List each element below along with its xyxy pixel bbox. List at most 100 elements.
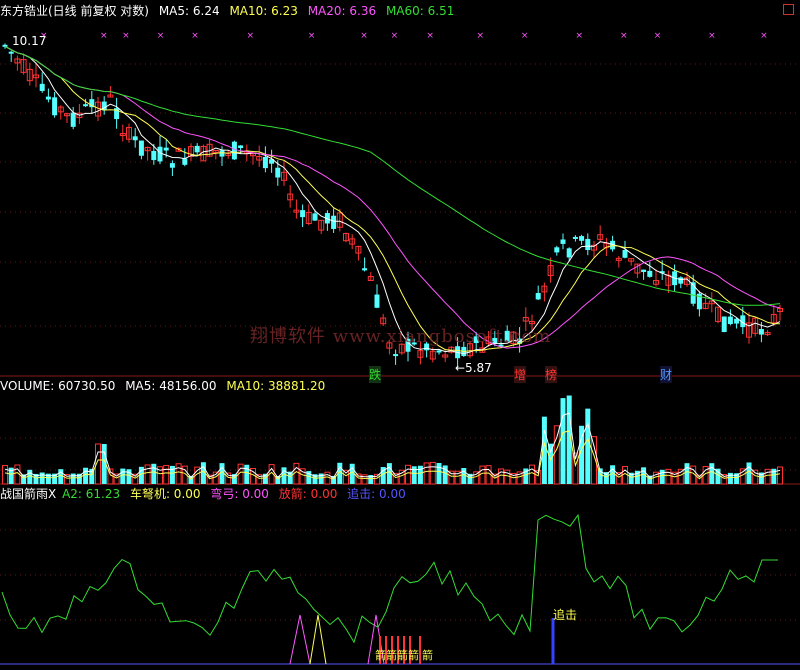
volume-bar bbox=[665, 468, 672, 485]
candle-body bbox=[585, 238, 591, 251]
candle-body bbox=[163, 147, 169, 151]
high-price-label: 10.17 bbox=[12, 34, 47, 48]
candle-body bbox=[262, 156, 268, 169]
signal-marker: × bbox=[654, 31, 662, 41]
signal-marker: × bbox=[157, 31, 165, 41]
volume-bar bbox=[429, 461, 436, 485]
volume-bar bbox=[659, 469, 665, 484]
ma20-line bbox=[4, 45, 781, 349]
candle-body bbox=[275, 167, 281, 178]
watermark: 翔博软件 www.xiangbosoft.com bbox=[250, 326, 552, 347]
candle-body bbox=[721, 316, 727, 333]
candle-body bbox=[182, 158, 188, 165]
candle-body bbox=[45, 96, 51, 100]
signal-marker: × bbox=[708, 31, 716, 41]
event-label-bang: 榜 bbox=[545, 366, 558, 383]
candle-body bbox=[39, 83, 45, 91]
volume-bar bbox=[461, 468, 467, 484]
candle-body bbox=[8, 51, 14, 54]
candle-body bbox=[566, 248, 572, 258]
volume-bar bbox=[120, 468, 126, 484]
signal-marker: × bbox=[575, 31, 583, 41]
candle-body bbox=[560, 239, 566, 244]
volume-bar bbox=[343, 469, 349, 485]
volume-bar bbox=[405, 464, 411, 485]
volume-ma5-line bbox=[4, 412, 781, 479]
volume-bar bbox=[423, 462, 430, 485]
signal-marker: × bbox=[391, 31, 399, 41]
volume-bar bbox=[739, 468, 746, 485]
volume-bar bbox=[293, 462, 300, 485]
volume-bar bbox=[764, 468, 771, 485]
volume-bar bbox=[151, 463, 157, 484]
candle-body bbox=[554, 247, 560, 253]
candle-body bbox=[622, 250, 628, 258]
volume-bar bbox=[58, 469, 64, 484]
a2-line bbox=[1, 513, 778, 644]
signal-marker: × bbox=[426, 31, 434, 41]
volume-bar bbox=[709, 463, 715, 484]
candle-body bbox=[647, 270, 653, 277]
signal-marker: × bbox=[122, 31, 130, 41]
volume-bar bbox=[560, 398, 566, 484]
candle-body bbox=[169, 163, 175, 168]
low-price-label: ←5.87 bbox=[455, 361, 492, 375]
candle-body bbox=[727, 316, 733, 325]
event-label-die: 跌 bbox=[369, 366, 382, 383]
candle-body bbox=[393, 354, 399, 357]
volume-bar bbox=[39, 472, 45, 484]
volume-bar bbox=[684, 463, 690, 484]
volume-bar bbox=[479, 465, 486, 485]
signal-marker: × bbox=[246, 31, 254, 41]
signal-marker: × bbox=[100, 31, 108, 41]
signal-marker: × bbox=[620, 31, 628, 41]
candle-body bbox=[83, 104, 89, 107]
jian-signal-label: 箭箭箭箭 bbox=[375, 649, 419, 662]
candle-body bbox=[132, 136, 138, 141]
candle-body bbox=[362, 268, 368, 271]
volume-bar bbox=[324, 471, 331, 485]
chenu-signal bbox=[309, 614, 327, 665]
candle-body bbox=[312, 213, 318, 221]
candle-body bbox=[572, 236, 578, 239]
jian-signal-label-2: 箭 bbox=[422, 649, 433, 662]
ma5-line bbox=[4, 45, 781, 355]
event-label-zeng: 增 bbox=[514, 366, 527, 383]
volume-bar bbox=[175, 463, 182, 485]
volume-bar bbox=[2, 465, 8, 485]
volume-bar bbox=[244, 464, 250, 484]
signal-marker: × bbox=[360, 31, 368, 41]
zhuiji-signal-label: 追击 bbox=[553, 608, 578, 622]
gong-signal bbox=[289, 614, 311, 665]
candle-body bbox=[641, 269, 647, 272]
volume-bar bbox=[163, 464, 170, 485]
volume-bar bbox=[677, 468, 684, 485]
signal-marker: × bbox=[191, 31, 199, 41]
volume-bar bbox=[529, 464, 535, 485]
volume-bar bbox=[411, 466, 417, 484]
volume-bar bbox=[548, 443, 554, 484]
candle-body bbox=[300, 210, 306, 218]
event-label-cai: 财 bbox=[660, 366, 673, 383]
candle-body bbox=[70, 112, 76, 127]
candle-body bbox=[52, 97, 58, 116]
volume-bar bbox=[727, 472, 733, 484]
candle-body bbox=[579, 236, 585, 241]
volume-bar bbox=[498, 468, 504, 485]
candle-body bbox=[238, 145, 244, 149]
candle-body bbox=[194, 145, 200, 153]
candle-body bbox=[678, 277, 684, 284]
volume-bar bbox=[585, 408, 591, 484]
signal-marker: × bbox=[308, 31, 316, 41]
signal-marker: × bbox=[521, 31, 529, 41]
volume-bar bbox=[553, 425, 560, 485]
candle-body bbox=[374, 294, 380, 308]
candle-body bbox=[138, 140, 144, 156]
signal-marker: × bbox=[477, 31, 485, 41]
volume-bar bbox=[70, 473, 76, 484]
volume-bar bbox=[473, 471, 480, 485]
candle-body bbox=[231, 141, 237, 160]
candle-body bbox=[151, 150, 157, 161]
volume-bar bbox=[126, 469, 132, 484]
volume-bar bbox=[746, 462, 752, 484]
